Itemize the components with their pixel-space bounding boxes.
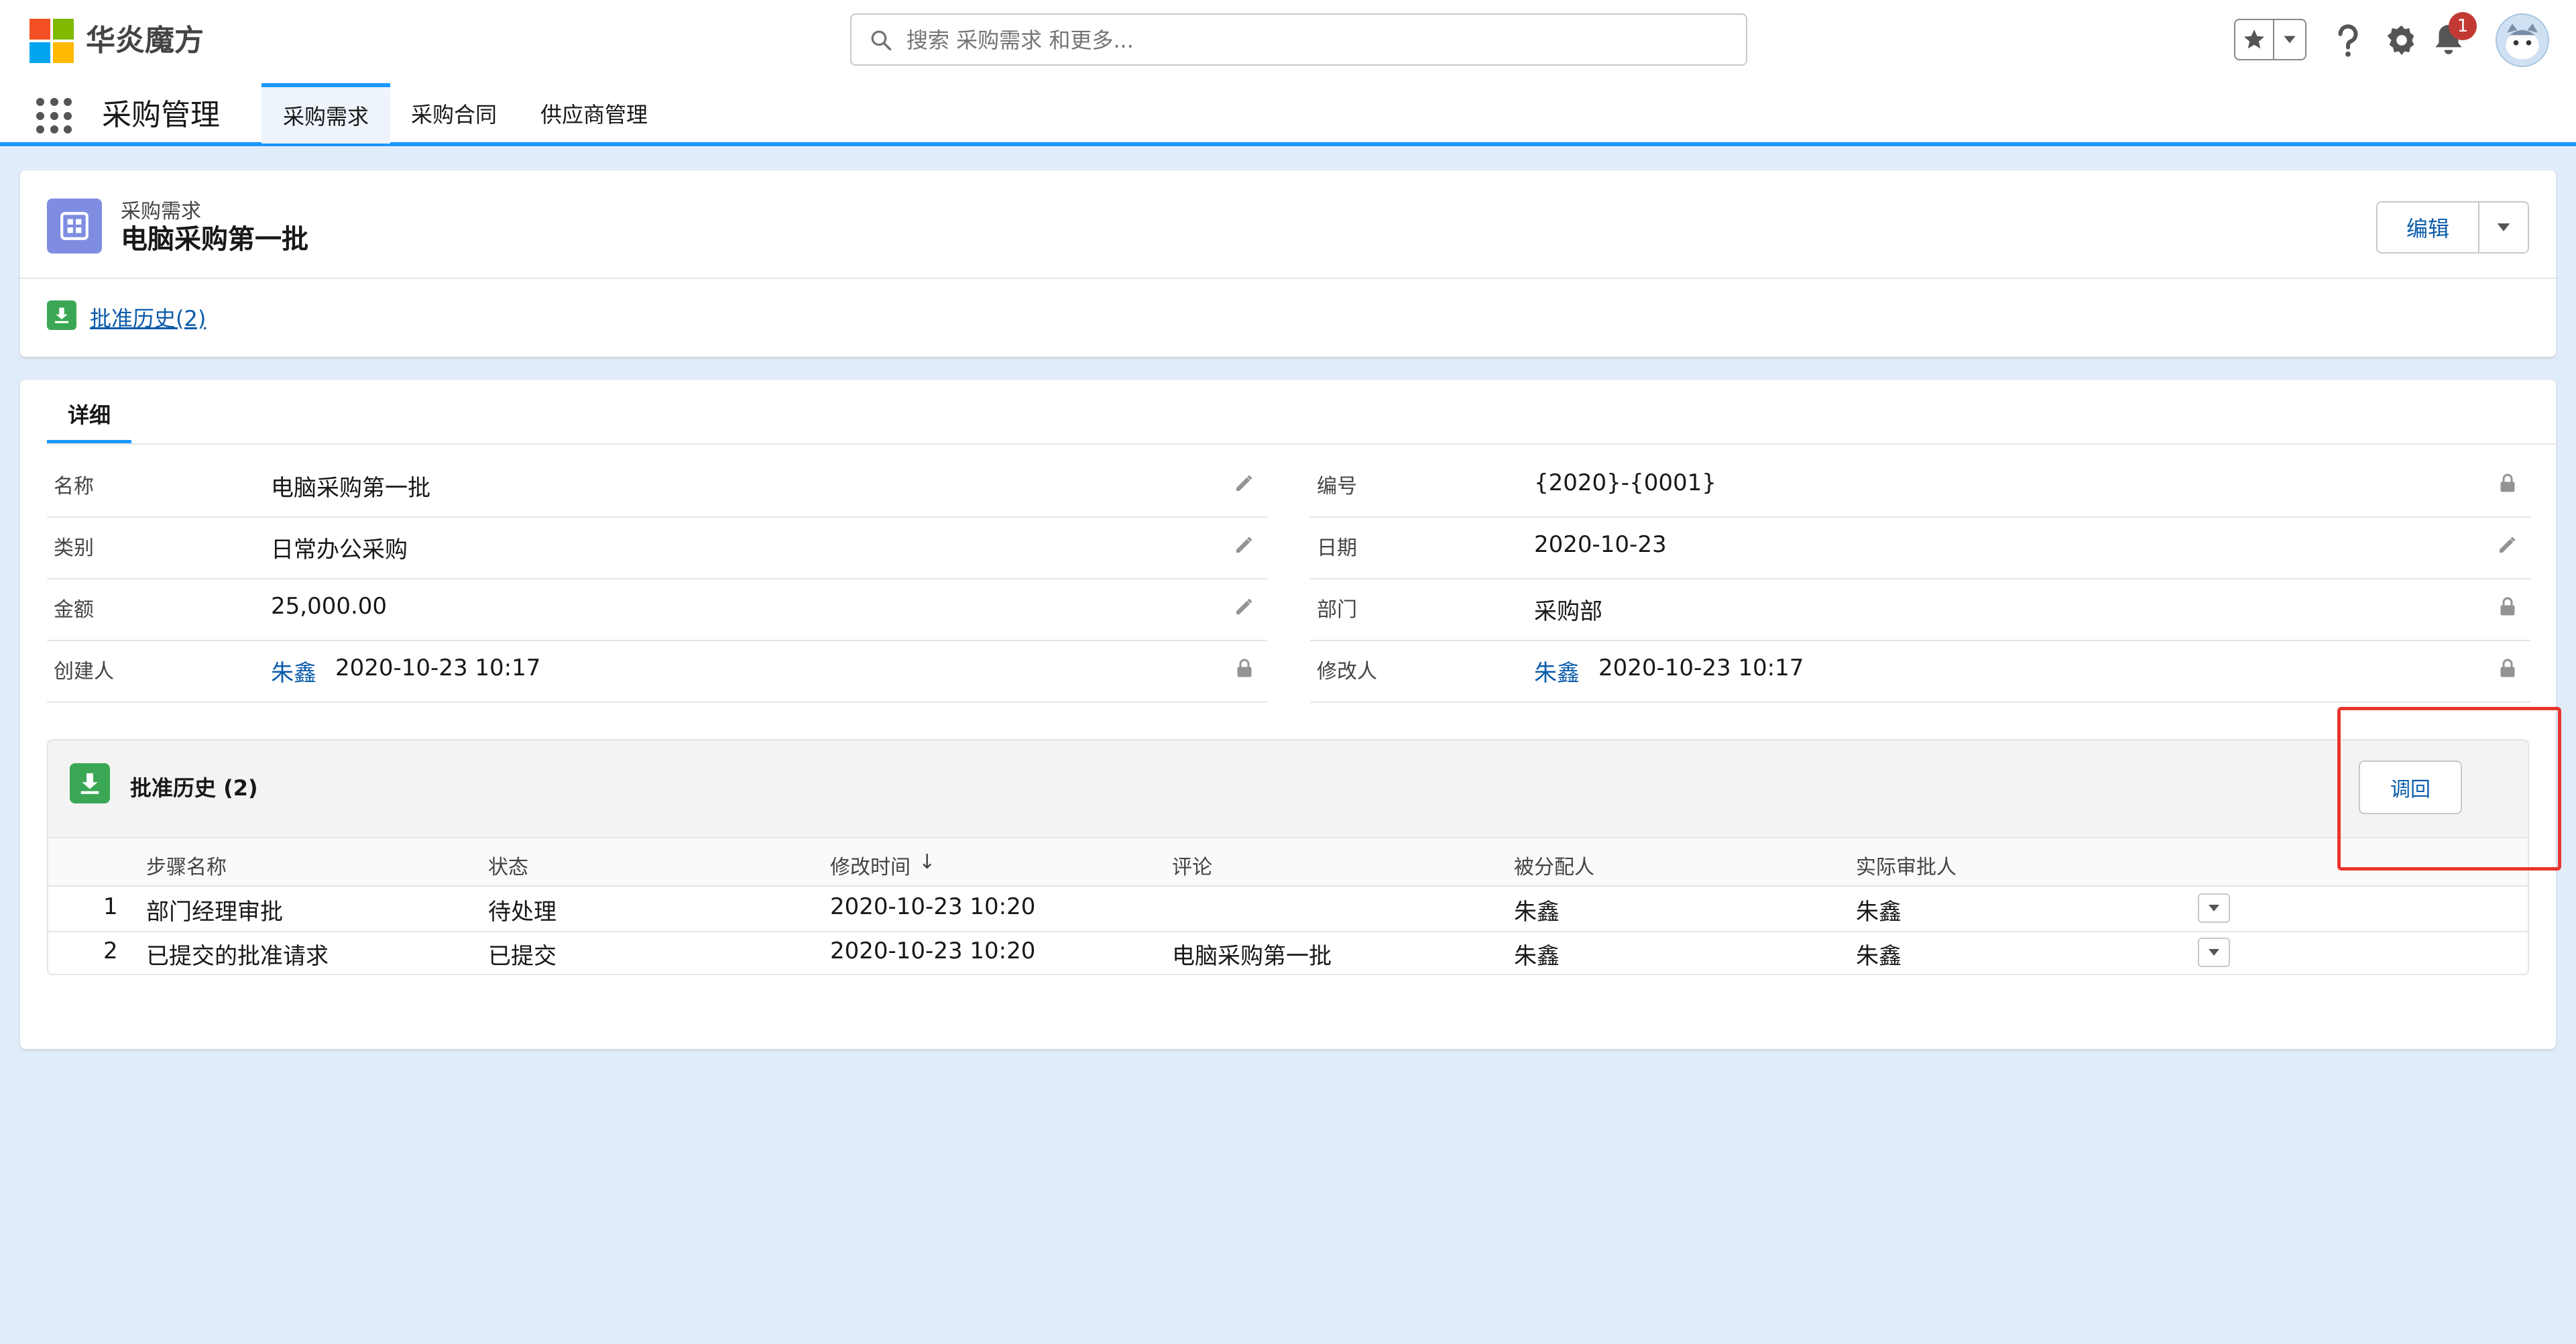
approver-link[interactable]: 朱鑫 <box>1856 938 1901 970</box>
lock-icon <box>2500 597 2515 616</box>
approval-history-icon <box>47 300 76 330</box>
user-avatar[interactable] <box>2496 13 2549 67</box>
chevron-down-icon[interactable] <box>2274 20 2305 59</box>
gear-icon[interactable] <box>2382 20 2422 60</box>
tab-purchase-request[interactable]: 采购需求 <box>261 83 390 144</box>
field-label: 金额 <box>54 598 94 622</box>
column-header-approver[interactable]: 实际审批人 <box>1856 850 1956 880</box>
field-label: 修改人 <box>1317 660 1377 683</box>
pencil-icon[interactable] <box>1232 594 1256 618</box>
row-actions-button[interactable] <box>2198 938 2230 967</box>
column-header-label: 修改时间 <box>830 856 911 879</box>
favorites-button[interactable] <box>2234 19 2306 60</box>
row-actions-button[interactable] <box>2198 893 2230 923</box>
tab-underline <box>47 443 2557 445</box>
field-value: {2020}-{0001} <box>1534 469 1716 496</box>
record-header-card <box>20 170 2556 357</box>
lock-icon <box>2500 659 2515 677</box>
field-row-modified-by: 修改人 朱鑫 2020-10-23 10:17 <box>1310 641 2530 703</box>
search-input[interactable] <box>905 23 1712 58</box>
approval-history-link[interactable]: 批准历史(2) <box>90 302 206 333</box>
tab-detail[interactable]: 详细 <box>47 398 131 444</box>
status-cell: 待处理 <box>488 899 557 926</box>
divider <box>20 278 2556 279</box>
user-link[interactable]: 朱鑫 <box>271 655 316 687</box>
field-row-date: 日期 2020-10-23 <box>1310 518 2530 579</box>
pencil-icon[interactable] <box>1232 533 1256 557</box>
field-value: 日常办公采购 <box>271 537 408 563</box>
related-list-title: 批准历史 (2) <box>130 775 258 801</box>
column-header-step[interactable]: 步骤名称 <box>146 850 227 880</box>
time-cell: 2020-10-23 10:20 <box>830 893 1036 920</box>
column-header-modified-time[interactable]: 修改时间 ↓ <box>830 850 935 880</box>
row-divider <box>48 931 2528 932</box>
more-actions-button[interactable] <box>2479 203 2528 252</box>
field-row-department: 部门 采购部 <box>1310 579 2530 641</box>
column-header-status[interactable]: 状态 <box>488 850 528 880</box>
row-number: 1 <box>103 893 118 920</box>
assignee-link[interactable]: 朱鑫 <box>1514 893 1560 926</box>
app-name: 采购管理 <box>102 98 220 132</box>
tab-purchase-contract[interactable]: 采购合同 <box>398 83 510 144</box>
app-launcher-icon[interactable] <box>36 98 72 134</box>
approval-history-icon <box>70 763 110 803</box>
pencil-icon[interactable] <box>2496 533 2520 557</box>
record-title: 电脑采购第一批 <box>121 224 308 255</box>
field-row-name: 名称 电脑采购第一批 <box>47 456 1267 518</box>
field-label: 日期 <box>1317 537 1357 560</box>
global-search[interactable] <box>850 13 1747 66</box>
field-row-category: 类别 日常办公采购 <box>47 518 1267 579</box>
assignee-link[interactable]: 朱鑫 <box>1514 938 1560 970</box>
status-cell: 已提交 <box>488 943 557 970</box>
record-actions: 编辑 <box>2376 201 2529 254</box>
step-link[interactable]: 部门经理审批 <box>146 893 283 926</box>
comment-cell: 电脑采购第一批 <box>1172 943 1332 970</box>
time-cell: 2020-10-23 10:20 <box>830 938 1036 964</box>
help-icon[interactable] <box>2328 20 2368 60</box>
field-value: 25,000.00 <box>271 593 388 620</box>
highlight-box <box>2337 707 2561 871</box>
related-list-header <box>48 740 2528 837</box>
brand-name: 华炎魔方 <box>86 23 204 58</box>
sort-arrow-icon: ↓ <box>919 850 936 874</box>
field-value: 2020-10-23 <box>1534 531 1667 558</box>
field-label: 名称 <box>54 475 94 498</box>
chevron-down-icon <box>2209 905 2219 911</box>
edit-button[interactable]: 编辑 <box>2378 203 2479 252</box>
lock-icon <box>1237 659 1252 677</box>
field-row-number: 编号 {2020}-{0001} <box>1310 456 2530 518</box>
table-header-row <box>48 837 2528 887</box>
approver-link[interactable]: 朱鑫 <box>1856 893 1901 926</box>
left-field-column: 名称 电脑采购第一批 类别 日常办公采购 金额 25,000.00 创建人 朱鑫… <box>47 456 1267 703</box>
chevron-down-icon <box>2209 949 2219 956</box>
user-link[interactable]: 朱鑫 <box>1534 655 1580 687</box>
tab-supplier-management[interactable]: 供应商管理 <box>526 83 662 144</box>
field-value: 2020-10-23 10:17 <box>335 655 541 681</box>
field-value: 电脑采购第一批 <box>271 475 430 502</box>
record-icon <box>47 199 102 254</box>
column-header-assignee[interactable]: 被分配人 <box>1514 850 1594 880</box>
brand-logo[interactable] <box>30 19 74 63</box>
row-number: 2 <box>103 938 118 964</box>
field-value: 2020-10-23 10:17 <box>1598 655 1804 681</box>
field-value: 采购部 <box>1534 598 1602 625</box>
field-row-created-by: 创建人 朱鑫 2020-10-23 10:17 <box>47 641 1267 703</box>
notification-badge: 1 <box>2449 12 2477 40</box>
field-label: 部门 <box>1317 598 1357 622</box>
lock-icon <box>2500 473 2515 492</box>
pencil-icon[interactable] <box>1232 471 1256 495</box>
chevron-down-icon <box>2497 223 2510 231</box>
right-field-column: 编号 {2020}-{0001} 日期 2020-10-23 部门 采购部 修改… <box>1310 456 2530 703</box>
star-icon[interactable] <box>2235 20 2274 59</box>
step-link[interactable]: 已提交的批准请求 <box>146 938 329 970</box>
approval-history-related-list: 批准历史 (2) 步骤名称 状态 修改时间 ↓ 评论 被分配人 实际审批人 1 … <box>47 739 2529 975</box>
field-label: 创建人 <box>54 660 114 683</box>
field-label: 类别 <box>54 537 94 560</box>
search-icon <box>871 30 892 51</box>
field-label: 编号 <box>1317 475 1357 498</box>
column-header-comment[interactable]: 评论 <box>1172 850 1212 880</box>
field-row-amount: 金额 25,000.00 <box>47 579 1267 641</box>
